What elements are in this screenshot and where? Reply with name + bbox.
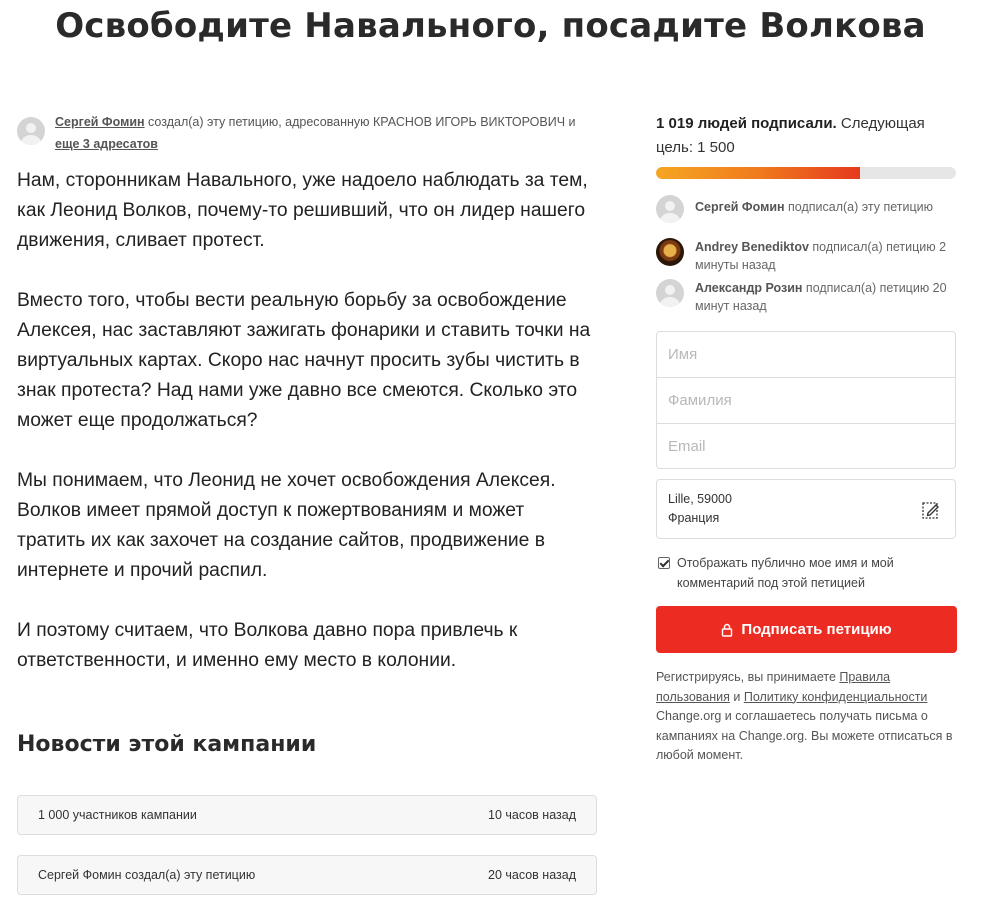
petition-story: Нам, сторонникам Навального, уже надоело… [17, 166, 597, 706]
signature-count: 1 019 людей подписали. Следующая цель: 1… [656, 112, 956, 160]
creator-name-link[interactable]: Сергей Фомин [55, 115, 145, 129]
page-title: Освободите Навального, посадите Волкова [55, 6, 926, 46]
creator-and-text: и [565, 115, 576, 129]
signature-count-number: 1 019 людей подписали. [656, 115, 837, 132]
consent-label: Отображать публично мое имя и мой коммен… [677, 556, 894, 590]
terms-prefix: Регистрируясь, вы принимаете [656, 670, 840, 684]
recent-signer: Andrey Benediktov подписал(а) петицию 2 … [656, 238, 956, 274]
sign-form: Имя Фамилия Email [656, 331, 956, 469]
news-section-title: Новости этой кампании [17, 732, 317, 757]
news-item-label: Сергей Фомин создал(а) эту петицию [38, 868, 256, 882]
news-item-label: 1 000 участников кампании [38, 808, 197, 822]
news-item-time: 10 часов назад [488, 808, 576, 822]
creator-avatar [17, 117, 45, 145]
signer-name: Александр Розин [695, 281, 803, 295]
terms-suffix: Change.org и соглашаетесь получать письм… [656, 709, 953, 762]
story-paragraph: Вместо того, чтобы вести реальную борьбу… [17, 290, 591, 431]
signature-progress-fill [656, 167, 860, 179]
location-field[interactable]: Lille, 59000 Франция [656, 479, 956, 539]
signer-name: Сергей Фомин [695, 200, 785, 214]
story-paragraph: Нам, сторонникам Навального, уже надоело… [17, 170, 588, 251]
person-placeholder-icon [656, 195, 684, 223]
last-name-field[interactable]: Фамилия [657, 378, 955, 424]
signature-progress-bar [656, 167, 956, 179]
news-item[interactable]: 1 000 участников кампании 10 часов назад [17, 795, 597, 835]
consent-checkbox[interactable] [658, 557, 670, 569]
email-field[interactable]: Email [657, 424, 955, 470]
first-name-field[interactable]: Имя [657, 332, 955, 378]
signer-action: подписал(а) эту петицию [784, 200, 933, 214]
signer-avatar-photo [656, 238, 684, 266]
person-placeholder-icon [656, 279, 684, 307]
petition-creator-line: Сергей Фомин создал(а) эту петицию, адре… [17, 111, 577, 155]
news-item[interactable]: Сергей Фомин создал(а) эту петицию 20 ча… [17, 855, 597, 895]
signer-name: Andrey Benediktov [695, 240, 809, 254]
lock-icon [722, 623, 733, 637]
location-city: Lille, 59000 [668, 492, 732, 506]
creator-created-text: создал(а) эту петицию, адресованную [144, 115, 373, 129]
terms-notice: Регистрируясь, вы принимаете Правила пол… [656, 668, 956, 766]
news-item-time: 20 часов назад [488, 868, 576, 882]
story-paragraph: Мы понимаем, что Леонид не хочет освобож… [17, 470, 556, 581]
location-country: Франция [668, 511, 720, 525]
more-addressees-link[interactable]: еще 3 адресатов [55, 137, 158, 151]
sign-petition-button[interactable]: Подписать петицию [656, 606, 957, 653]
petition-addressee: КРАСНОВ ИГОРЬ ВИКТОРОВИЧ [373, 115, 566, 129]
recent-signer: Сергей Фомин подписал(а) эту петицию [656, 195, 956, 223]
privacy-policy-link[interactable]: Политику конфиденциальности [744, 690, 928, 704]
recent-signer: Александр Розин подписал(а) петицию 20 м… [656, 279, 956, 315]
sign-petition-button-label: Подписать петицию [741, 621, 892, 638]
story-paragraph: И поэтому считаем, что Волкова давно пор… [17, 620, 518, 671]
edit-icon[interactable] [921, 500, 941, 520]
public-name-consent[interactable]: Отображать публично мое имя и мой коммен… [656, 553, 956, 593]
terms-and: и [729, 689, 744, 704]
